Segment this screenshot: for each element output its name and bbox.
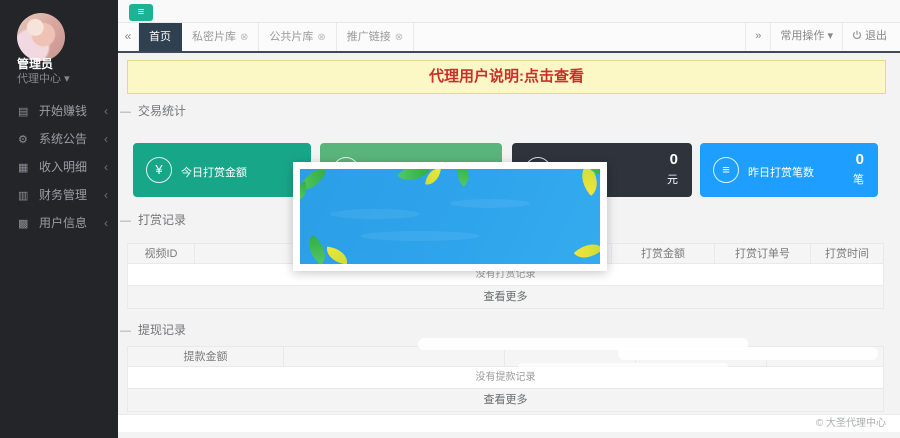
sidebar-item-user-info[interactable]: ▩ 用户信息 ‹ bbox=[0, 209, 118, 237]
stat-label: 昨日打赏笔数 bbox=[748, 164, 814, 180]
column-header: 打赏时间 bbox=[811, 244, 883, 263]
section-label: 提现记录 bbox=[138, 323, 186, 337]
collapse-dash-icon[interactable]: — bbox=[120, 325, 131, 337]
tab-label: 公共片库 bbox=[269, 31, 313, 43]
sidebar-menu: ▤ 开始赚钱 ‹ ⚙ 系统公告 ‹ ▦ 收入明细 ‹ ▥ 财务管理 ‹ ▩ 用户信息 ‹ bbox=[0, 97, 118, 237]
logout-button[interactable]: 退出 bbox=[842, 22, 896, 50]
view-more-rewards-button[interactable]: 查看更多 bbox=[127, 286, 884, 309]
tab-bar-controls: »常用操作 ▾退出 bbox=[745, 22, 896, 50]
grid-icon: ▤ bbox=[18, 98, 32, 126]
main-area: ≡ « 首页 私密片库⊗ 公共片库⊗ 推广链接⊗ »常用操作 ▾退出 代理用户说… bbox=[118, 0, 900, 438]
sidebar-item-announcements[interactable]: ⚙ 系统公告 ‹ bbox=[0, 125, 118, 153]
gear-icon: ⚙ bbox=[18, 126, 32, 154]
hamburger-menu-button[interactable]: ≡ bbox=[129, 4, 153, 21]
tab-public-library[interactable]: 公共片库 ⊗ bbox=[259, 23, 336, 51]
users-icon: ▩ bbox=[18, 210, 32, 238]
section-title-rewards: — 打赏记录 bbox=[120, 211, 186, 228]
chevron-icon: ‹ bbox=[104, 209, 108, 237]
copyright-text: © 大圣代理中心 bbox=[816, 418, 886, 429]
agent-notice-banner[interactable]: 代理用户说明:点击查看 bbox=[127, 60, 886, 94]
caret-down-icon: ▾ bbox=[827, 30, 833, 42]
sidebar-item-label: 收入明细 bbox=[39, 160, 87, 174]
thumbnail-image bbox=[300, 169, 600, 264]
close-tab-icon[interactable]: ⊗ bbox=[240, 32, 248, 43]
user-avatar[interactable] bbox=[17, 13, 65, 61]
sidebar-item-label: 开始赚钱 bbox=[39, 104, 87, 118]
stat-value: 0 bbox=[670, 151, 678, 168]
section-label: 打赏记录 bbox=[138, 213, 186, 227]
chevron-icon: ‹ bbox=[104, 181, 108, 209]
stat-value: 0 bbox=[856, 151, 864, 168]
section-title-stats: — 交易统计 bbox=[120, 102, 186, 119]
stat-label: 今日打赏金额 bbox=[181, 164, 247, 180]
collapse-dash-icon[interactable]: — bbox=[120, 106, 131, 118]
section-label: 交易统计 bbox=[138, 104, 186, 118]
list-circle-icon: ≡ bbox=[713, 157, 739, 183]
sidebar-item-label: 系统公告 bbox=[39, 132, 87, 146]
tab-label: 首页 bbox=[149, 31, 171, 43]
sidebar-item-finance[interactable]: ▥ 财务管理 ‹ bbox=[0, 181, 118, 209]
tab-label: 私密片库 bbox=[192, 31, 236, 43]
income-list-icon: ▦ bbox=[18, 154, 32, 182]
top-strip: ≡ bbox=[118, 0, 900, 22]
stat-unit: 笔 bbox=[853, 171, 864, 187]
tab-home[interactable]: 首页 bbox=[139, 23, 182, 51]
scroll-tabs-left-icon[interactable]: « bbox=[118, 23, 139, 51]
redaction-smudge bbox=[618, 347, 878, 360]
column-header: 打赏金额 bbox=[612, 244, 715, 263]
view-more-withdrawals-button[interactable]: 查看更多 bbox=[127, 389, 884, 412]
chevron-icon: ‹ bbox=[104, 97, 108, 125]
empty-row: 没有提款记录 bbox=[127, 367, 884, 389]
sidebar: 管理员 代理中心 ▾ ▤开始赚钱 ‹ ⚙系统公告 ‹ ▦收入明细 ‹ ▥财务管理… bbox=[0, 0, 118, 438]
stat-unit: 元 bbox=[667, 171, 678, 187]
sidebar-item-start-earning[interactable]: ▤ 开始赚钱 ‹ bbox=[0, 97, 118, 125]
tab-promo-link[interactable]: 推广链接 ⊗ bbox=[337, 23, 414, 51]
close-tab-icon[interactable]: ⊗ bbox=[317, 32, 325, 43]
chevron-icon: ‹ bbox=[104, 153, 108, 181]
yen-circle-icon: ¥ bbox=[146, 157, 172, 183]
stat-card-today-amount: ¥ 今日打赏金额 bbox=[133, 143, 311, 197]
finance-icon: ▥ bbox=[18, 182, 32, 210]
collapse-dash-icon[interactable]: — bbox=[120, 215, 131, 227]
common-operations-dropdown[interactable]: 常用操作 ▾ bbox=[770, 22, 842, 50]
close-tab-icon[interactable]: ⊗ bbox=[395, 32, 403, 43]
caret-down-icon: ▾ bbox=[64, 73, 70, 85]
sidebar-item-income-detail[interactable]: ▦ 收入明细 ‹ bbox=[0, 153, 118, 181]
role-label: 代理中心 bbox=[17, 73, 61, 85]
scroll-tabs-right-icon[interactable]: » bbox=[745, 22, 770, 50]
role-dropdown[interactable]: 代理中心 ▾ bbox=[17, 70, 70, 86]
common-ops-label: 常用操作 bbox=[780, 30, 824, 42]
sidebar-item-label: 用户信息 bbox=[39, 216, 87, 230]
agent-dashboard: 管理员 代理中心 ▾ ▤开始赚钱 ‹ ⚙系统公告 ‹ ▦收入明细 ‹ ▥财务管理… bbox=[0, 0, 900, 438]
tab-label: 推广链接 bbox=[347, 31, 391, 43]
power-icon bbox=[852, 30, 862, 40]
column-header: 提款金额 bbox=[128, 347, 284, 366]
column-header: 视频ID bbox=[128, 244, 195, 263]
section-title-withdrawals: — 提现记录 bbox=[120, 321, 186, 338]
sidebar-item-label: 财务管理 bbox=[39, 188, 87, 202]
leaf-decoration bbox=[574, 237, 600, 264]
stat-card-yesterday-count: ≡ 昨日打赏笔数 0 笔 bbox=[700, 143, 878, 197]
leaf-decoration bbox=[325, 247, 349, 264]
column-header: 打赏订单号 bbox=[715, 244, 811, 263]
footer: © 大圣代理中心 bbox=[118, 415, 900, 432]
chevron-icon: ‹ bbox=[104, 125, 108, 153]
tab-private-library[interactable]: 私密片库 ⊗ bbox=[182, 23, 259, 51]
leaf-decoration bbox=[397, 169, 429, 189]
leaf-decoration bbox=[451, 169, 476, 187]
logout-label: 退出 bbox=[865, 30, 887, 42]
redaction-smudge bbox=[518, 363, 728, 371]
video-thumbnail-popup[interactable] bbox=[293, 162, 607, 271]
